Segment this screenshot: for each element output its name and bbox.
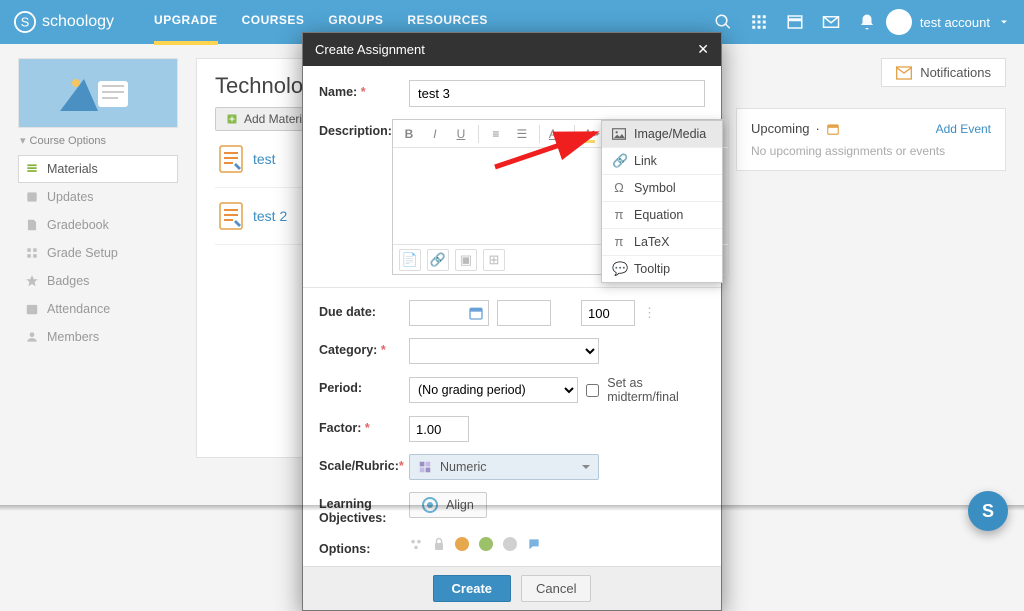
- insert-option-label: LaTeX: [634, 235, 669, 249]
- points-input[interactable]: [581, 300, 635, 326]
- due-time-input[interactable]: [497, 300, 551, 326]
- insert-dropdown: Image/Media 🔗 Link Ω Symbol π Equation π LaT…: [601, 120, 723, 283]
- attach-resource-icon[interactable]: ▣: [455, 249, 477, 271]
- insert-option-label: Equation: [634, 208, 683, 222]
- modal-footer: Create Cancel: [303, 566, 721, 610]
- help-bubble[interactable]: S: [968, 491, 1008, 531]
- modal-layer: Create Assignment ✕ Name: * Description:…: [0, 0, 1024, 539]
- midterm-label: Set as midterm/final: [607, 376, 705, 404]
- bullet-list-button[interactable]: ≡: [484, 123, 508, 145]
- insert-image-media[interactable]: Image/Media: [602, 121, 722, 148]
- modal-header[interactable]: Create Assignment ✕: [303, 33, 721, 66]
- attach-app-icon[interactable]: ⊞: [483, 249, 505, 271]
- insert-symbol[interactable]: Ω Symbol: [602, 175, 722, 202]
- cancel-button[interactable]: Cancel: [521, 575, 591, 602]
- period-select[interactable]: (No grading period): [409, 377, 578, 403]
- name-label: Name:: [319, 85, 357, 99]
- bold-button[interactable]: B: [397, 123, 421, 145]
- chevron-down-icon: [582, 465, 590, 473]
- insert-option-label: Tooltip: [634, 262, 670, 276]
- category-label: Category:: [319, 343, 377, 357]
- insert-tooltip[interactable]: 💬 Tooltip: [602, 256, 722, 282]
- category-select[interactable]: [409, 338, 599, 364]
- insert-equation[interactable]: π Equation: [602, 202, 722, 229]
- option-lock-icon[interactable]: [433, 537, 445, 551]
- due-date-input[interactable]: [409, 300, 489, 326]
- factor-label: Factor:: [319, 421, 361, 435]
- points-suffix-icon: ⋮: [643, 305, 656, 321]
- scale-value: Numeric: [440, 460, 487, 474]
- option-comment-icon[interactable]: [527, 537, 541, 551]
- close-icon[interactable]: ✕: [697, 41, 709, 58]
- pi-icon: π: [612, 208, 626, 222]
- modal-title: Create Assignment: [315, 42, 425, 57]
- option-dot-green[interactable]: [479, 537, 493, 551]
- pi-icon: π: [612, 235, 626, 249]
- rubric-icon: [418, 460, 432, 474]
- attach-file-icon[interactable]: 📄: [399, 249, 421, 271]
- option-dot-orange[interactable]: [455, 537, 469, 551]
- insert-option-label: Symbol: [634, 181, 676, 195]
- image-media-icon: [612, 127, 626, 141]
- description-label: Description:: [319, 124, 392, 138]
- factor-input[interactable]: [409, 416, 469, 442]
- option-dot-gray[interactable]: [503, 537, 517, 551]
- create-assignment-modal: Create Assignment ✕ Name: * Description:…: [302, 32, 722, 611]
- scale-label: Scale/Rubric:: [319, 459, 399, 473]
- midterm-checkbox[interactable]: [586, 384, 599, 397]
- calendar-icon: [468, 305, 484, 321]
- name-input[interactable]: [409, 80, 705, 107]
- scale-rubric-select[interactable]: Numeric: [409, 454, 599, 480]
- insert-link[interactable]: 🔗 Link: [602, 148, 722, 175]
- omega-icon: Ω: [612, 181, 626, 195]
- italic-button[interactable]: I: [423, 123, 447, 145]
- link-icon: 🔗: [612, 154, 626, 168]
- create-button[interactable]: Create: [433, 575, 511, 602]
- insert-option-label: Image/Media: [634, 127, 706, 141]
- number-list-button[interactable]: ☰: [510, 123, 534, 145]
- insert-option-label: Link: [634, 154, 657, 168]
- period-label: Period:: [319, 381, 362, 395]
- attach-link-icon[interactable]: 🔗: [427, 249, 449, 271]
- due-date-label: Due date:: [319, 305, 376, 319]
- page-shadow: [0, 505, 1024, 511]
- options-label: Options:: [319, 542, 370, 556]
- learning-objectives-label-2: Objectives:: [319, 511, 386, 525]
- tooltip-icon: 💬: [612, 262, 626, 276]
- insert-latex[interactable]: π LaTeX: [602, 229, 722, 256]
- text-color-button[interactable]: A: [545, 123, 569, 145]
- option-individual-icon[interactable]: [409, 537, 423, 551]
- underline-button[interactable]: U: [449, 123, 473, 145]
